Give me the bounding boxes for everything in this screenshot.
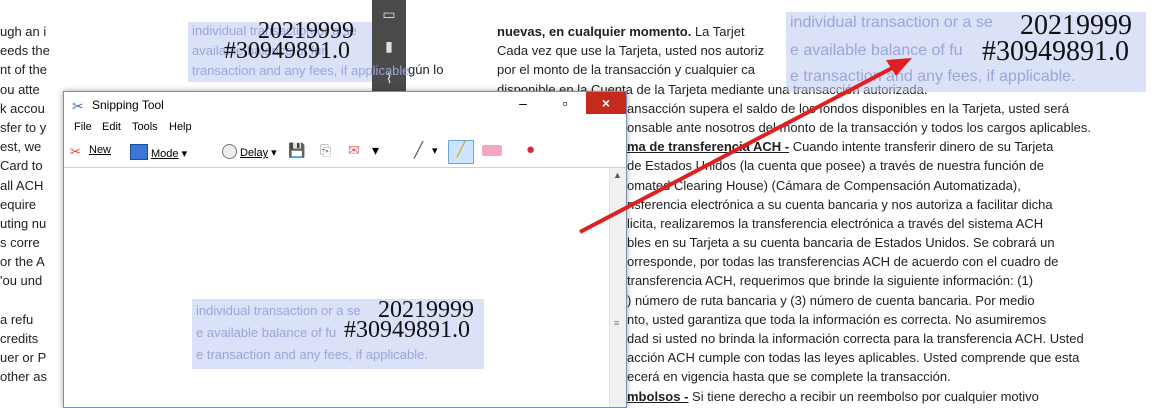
arrow-shaft bbox=[579, 64, 897, 234]
red-arrow-annotation bbox=[579, 58, 912, 234]
